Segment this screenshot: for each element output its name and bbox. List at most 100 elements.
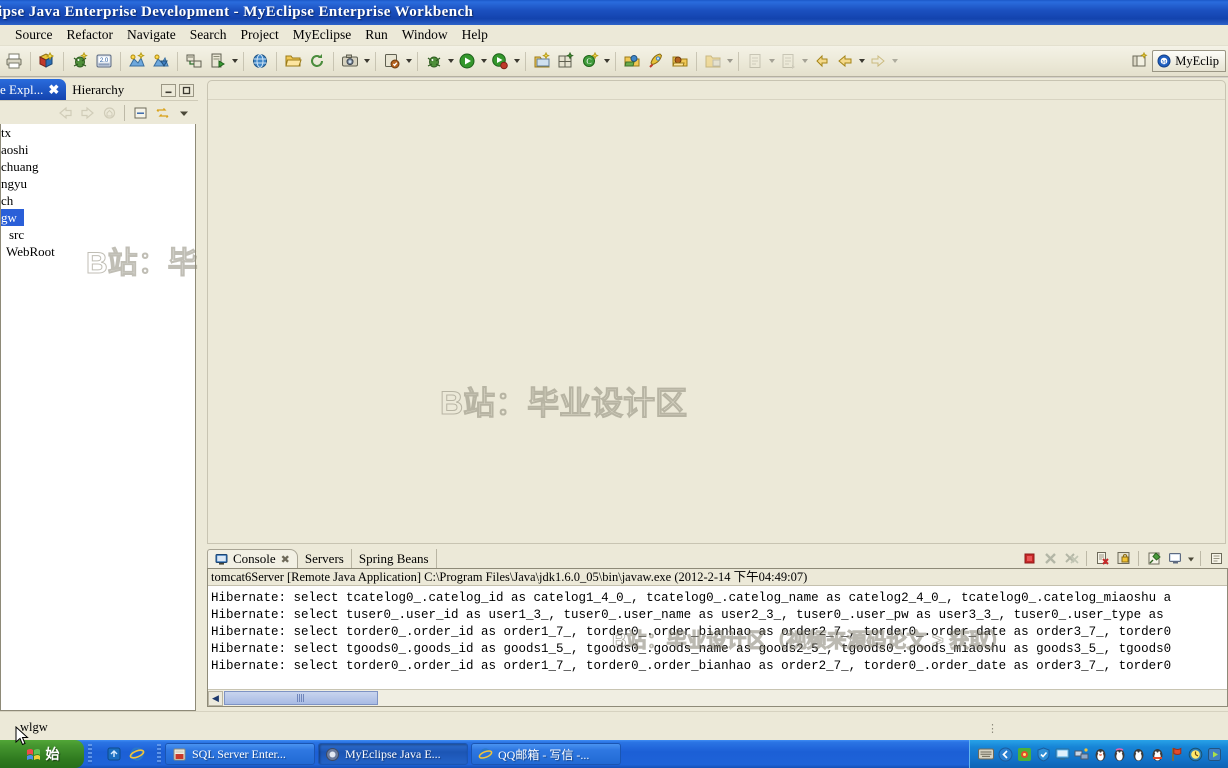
close-icon[interactable]: ✖ (281, 553, 290, 566)
tree-item-src[interactable]: src (1, 226, 195, 243)
open-console-button[interactable] (1206, 549, 1226, 568)
web-browser-icon[interactable] (249, 50, 271, 72)
refresh-icon[interactable] (306, 50, 328, 72)
new-folder-icon[interactable] (702, 50, 724, 72)
open-task-icon[interactable] (669, 50, 691, 72)
taskbar-grip[interactable] (88, 744, 92, 764)
tree-item-webroot[interactable]: WebRoot (1, 243, 195, 260)
perspective-tab-myeclipse[interactable]: M MyEclip (1152, 50, 1226, 72)
new-folder-dropdown-arrow[interactable] (725, 50, 734, 72)
maximize-view-button[interactable] (179, 84, 194, 97)
internet-explorer-icon[interactable] (128, 745, 146, 763)
validate-icon[interactable] (381, 50, 403, 72)
prev-annotation-dropdown-arrow[interactable] (767, 50, 776, 72)
run-sql-icon[interactable] (207, 50, 229, 72)
open-perspective-icon[interactable] (1128, 50, 1152, 73)
validate-dropdown-arrow[interactable] (404, 50, 413, 72)
qq-icon-2[interactable] (1111, 746, 1127, 762)
deploy-icon[interactable]: 2.0 (93, 50, 115, 72)
close-icon[interactable]: ✖ (48, 82, 59, 98)
clock-icon[interactable] (1187, 746, 1203, 762)
terminate-button[interactable] (1019, 549, 1039, 568)
previous-annotation-icon[interactable] (744, 50, 766, 72)
debug-bug-icon[interactable] (69, 50, 91, 72)
keyboard-layout-icon[interactable] (978, 746, 994, 762)
menu-myeclipse[interactable]: MyEclipse (286, 25, 359, 45)
tab-package-explorer[interactable]: e Expl... ✖ (0, 79, 67, 100)
display-selected-console-dropdown-arrow[interactable] (1186, 549, 1195, 568)
debug-dropdown-arrow[interactable] (446, 50, 455, 72)
print-icon[interactable] (3, 50, 25, 72)
new-class-icon[interactable]: C (579, 50, 601, 72)
start-button[interactable]: 始 (0, 740, 84, 768)
last-edit-location-icon[interactable] (810, 50, 832, 72)
snapshot-icon[interactable] (339, 50, 361, 72)
tree-item-1[interactable]: aoshi (1, 141, 195, 158)
display-selected-console-button[interactable] (1165, 549, 1185, 568)
antivirus-icon[interactable] (1016, 746, 1032, 762)
link-with-editor-icon[interactable] (152, 103, 172, 122)
view-menu-icon[interactable] (174, 103, 194, 122)
shield-icon[interactable] (1035, 746, 1051, 762)
player-icon[interactable] (1206, 746, 1222, 762)
next-annotation-icon[interactable] (777, 50, 799, 72)
taskbar-item-sql-server[interactable]: SQL Server Enter... (165, 743, 315, 765)
run-sql-dropdown-arrow[interactable] (230, 50, 239, 72)
tree-item-0[interactable]: tx (1, 124, 195, 141)
forward-icon[interactable] (77, 103, 97, 122)
show-desktop-icon[interactable] (105, 745, 123, 763)
taskbar-grip[interactable] (157, 744, 161, 764)
menu-project[interactable]: Project (233, 25, 285, 45)
tab-spring-beans[interactable]: Spring Beans (352, 549, 437, 568)
network-icon[interactable] (1073, 746, 1089, 762)
menu-source[interactable]: Source (8, 25, 60, 45)
collapse-all-icon[interactable] (130, 103, 150, 122)
run-dropdown-arrow[interactable] (479, 50, 488, 72)
database-explorer-icon[interactable] (183, 50, 205, 72)
qq-icon-4[interactable] (1149, 746, 1165, 762)
tree-item-4[interactable]: ch (1, 192, 195, 209)
scroll-lock-button[interactable] (1113, 549, 1133, 568)
search-rocket-icon[interactable] (645, 50, 667, 72)
new-class-dropdown-arrow[interactable] (602, 50, 611, 72)
remove-all-terminated-button[interactable] (1061, 549, 1081, 568)
back-dropdown-arrow[interactable] (857, 50, 866, 72)
console-body[interactable]: tomcat6Server [Remote Java Application] … (207, 568, 1228, 707)
menu-run[interactable]: Run (358, 25, 395, 45)
forward-icon[interactable] (867, 50, 889, 72)
remove-launch-button[interactable] (1040, 549, 1060, 568)
run-icon[interactable] (456, 50, 478, 72)
tree-item-3[interactable]: ngyu (1, 175, 195, 192)
console-output[interactable]: Hibernate: select tcatelog0_.catelog_id … (208, 587, 1227, 687)
new-package-icon[interactable] (555, 50, 577, 72)
menu-search[interactable]: Search (183, 25, 234, 45)
run-server-icon[interactable] (126, 50, 148, 72)
tray-expand-icon[interactable] (997, 746, 1013, 762)
monitor-icon[interactable] (1054, 746, 1070, 762)
qq-icon-1[interactable] (1092, 746, 1108, 762)
open-type-icon[interactable] (621, 50, 643, 72)
menu-window[interactable]: Window (395, 25, 455, 45)
back-icon[interactable] (55, 103, 75, 122)
tab-servers[interactable]: Servers (298, 549, 352, 568)
pin-console-button[interactable] (1144, 549, 1164, 568)
qq-icon-3[interactable] (1130, 746, 1146, 762)
tree-item-selected[interactable]: gw (1, 209, 24, 226)
new-java-project-icon[interactable] (531, 50, 553, 72)
taskbar-item-qqmail[interactable]: QQ邮箱 - 写信 -... (471, 743, 621, 765)
console-horizontal-scrollbar[interactable]: ◀ (208, 689, 1227, 706)
open-folder-icon[interactable] (282, 50, 304, 72)
debug-run-icon[interactable] (423, 50, 445, 72)
run-external-dropdown-arrow[interactable] (512, 50, 521, 72)
snapshot-dropdown-arrow[interactable] (362, 50, 371, 72)
scrollbar-thumb[interactable] (224, 691, 378, 705)
next-annotation-dropdown-arrow[interactable] (800, 50, 809, 72)
minimize-view-button[interactable] (161, 84, 176, 97)
run-external-icon[interactable] (489, 50, 511, 72)
scroll-left-arrow-icon[interactable]: ◀ (208, 690, 223, 706)
tab-console[interactable]: Console ✖ (207, 549, 298, 568)
stop-server-icon[interactable] (150, 50, 172, 72)
clear-console-button[interactable] (1092, 549, 1112, 568)
home-icon[interactable] (99, 103, 119, 122)
menu-refactor[interactable]: Refactor (60, 25, 120, 45)
